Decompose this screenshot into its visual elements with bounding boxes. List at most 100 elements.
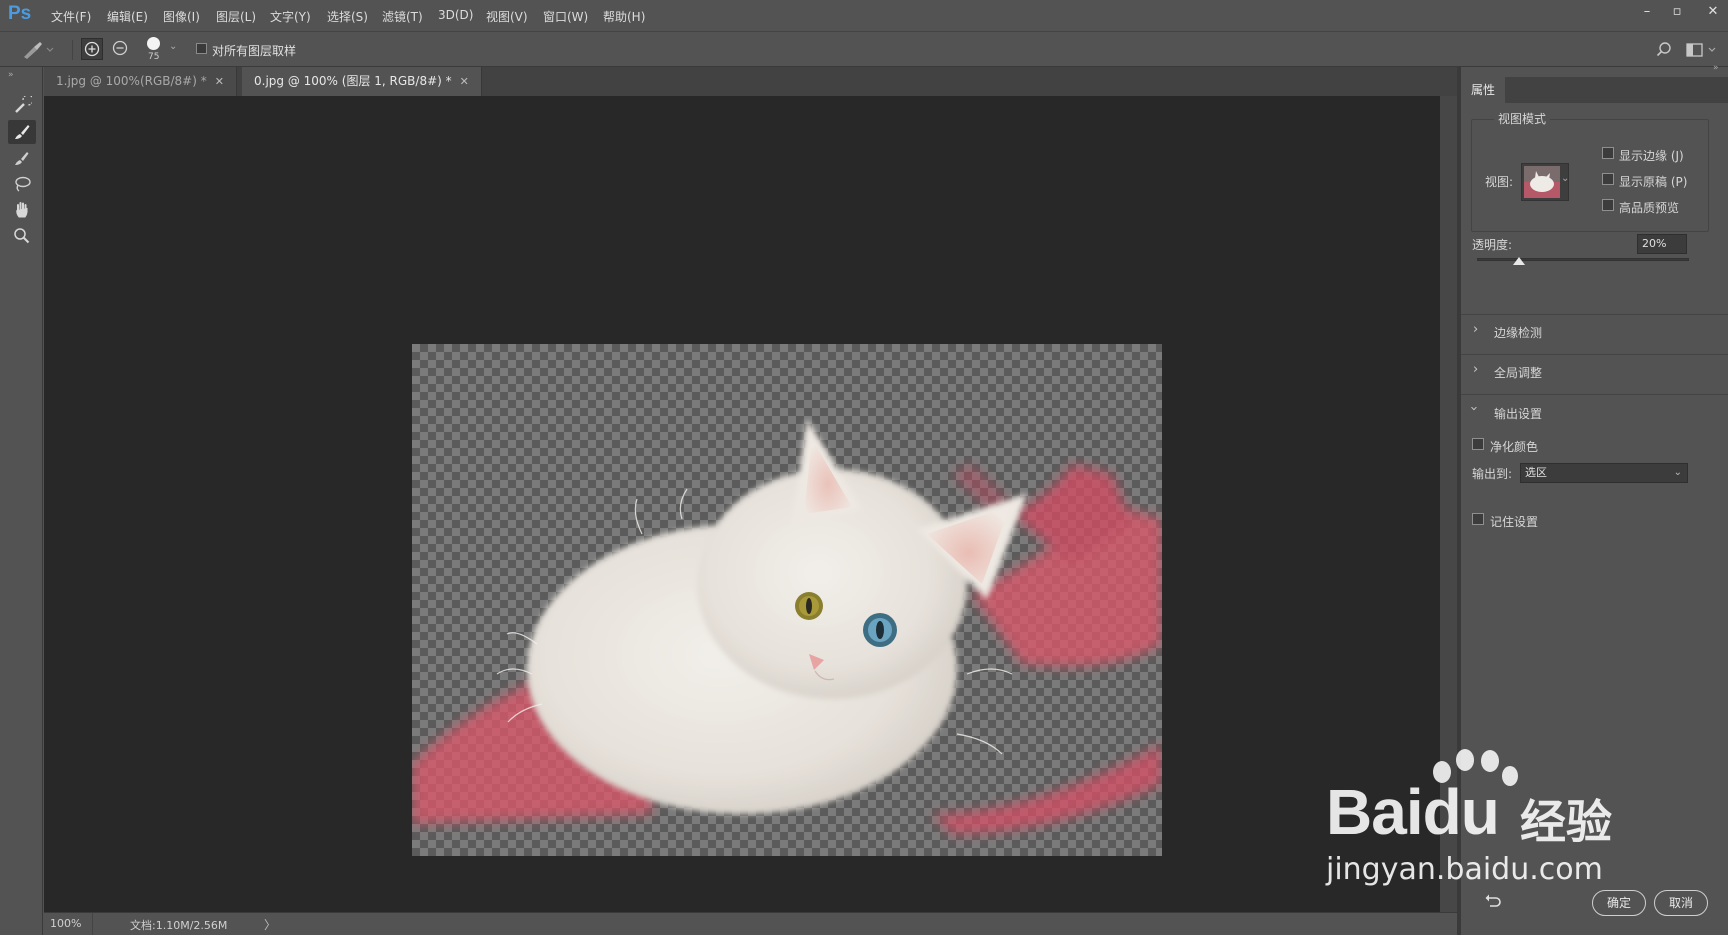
- tools-panel: »: [0, 67, 43, 935]
- zoom-tool[interactable]: [8, 224, 36, 248]
- panel-tab-bar: 属性: [1461, 77, 1728, 103]
- quick-selection-icon: [15, 96, 32, 113]
- opacity-input[interactable]: 20%: [1637, 234, 1687, 254]
- workspace-icon: [1686, 43, 1716, 57]
- menu-type[interactable]: 文字(Y): [270, 8, 311, 25]
- watermark-jingyan: 经验: [1520, 795, 1612, 849]
- plus-circle-icon: [84, 41, 100, 57]
- zoom-level[interactable]: 100%: [50, 917, 81, 930]
- reset-button[interactable]: [1483, 893, 1503, 911]
- sample-all-layers-checkbox[interactable]: [196, 43, 207, 54]
- options-bar: 75 ⌄ 对所有图层取样: [0, 33, 1728, 67]
- show-edge-checkbox[interactable]: [1602, 147, 1614, 159]
- menu-window[interactable]: 窗口(W): [543, 8, 588, 25]
- view-label: 视图:: [1485, 175, 1514, 189]
- hand-tool[interactable]: [8, 198, 36, 222]
- opacity-label: 透明度:: [1472, 238, 1513, 252]
- close-button[interactable]: ✕: [1698, 2, 1728, 22]
- tab-label: 0.jpg @ 100% (图层 1, RGB/8#) *: [254, 74, 452, 88]
- show-original-checkbox[interactable]: [1602, 173, 1614, 185]
- section-global-refinements[interactable]: 全局调整: [1494, 364, 1542, 381]
- menu-edit[interactable]: 编辑(E): [107, 8, 148, 25]
- view-thumbnail-picker[interactable]: ⌄: [1521, 163, 1569, 201]
- document-tabs: 1.jpg @ 100%(RGB/8#) * ✕ 0.jpg @ 100% (图层…: [44, 67, 1457, 96]
- zoom-icon: [14, 228, 30, 244]
- menu-bar: Ps 文件(F) 编辑(E) 图像(I) 图层(L) 文字(Y) 选择(S) 滤…: [0, 0, 1728, 32]
- brush-tip-icon: [147, 37, 160, 50]
- menu-image[interactable]: 图像(I): [163, 8, 200, 25]
- chevron-right-icon[interactable]: ›: [1473, 362, 1478, 377]
- tool-preset-picker[interactable]: [20, 39, 56, 61]
- decontaminate-colors-checkbox[interactable]: [1472, 438, 1484, 450]
- separator: [1461, 354, 1728, 355]
- undo-icon: [1485, 894, 1501, 907]
- search-button[interactable]: [1655, 41, 1673, 59]
- separator: [1461, 394, 1728, 395]
- brush-icon: [15, 152, 29, 165]
- chevron-down-icon: ⌄: [169, 41, 178, 52]
- tab-label: 1.jpg @ 100%(RGB/8#) *: [56, 74, 207, 88]
- lasso-icon: [15, 176, 31, 192]
- high-quality-preview-label: 高品质预览: [1619, 201, 1680, 215]
- tab-document-0[interactable]: 0.jpg @ 100% (图层 1, RGB/8#) * ✕: [242, 67, 482, 96]
- search-icon: [1656, 42, 1671, 57]
- section-edge-detection[interactable]: 边缘检测: [1494, 324, 1542, 341]
- opacity-slider-track[interactable]: [1477, 258, 1689, 261]
- ps-logo: Ps: [8, 3, 32, 24]
- restore-button[interactable]: ▫: [1662, 2, 1692, 22]
- chevron-down-icon: ⌄: [1673, 467, 1682, 478]
- quick-selection-tool[interactable]: [8, 94, 36, 118]
- lasso-tool[interactable]: [8, 172, 36, 196]
- decontaminate-colors-label: 净化颜色: [1490, 440, 1539, 454]
- menu-select[interactable]: 选择(S): [327, 8, 368, 25]
- collapse-arrows-icon[interactable]: »: [8, 70, 14, 80]
- refine-edge-brush-icon: [15, 125, 30, 139]
- menu-view[interactable]: 视图(V): [486, 8, 528, 25]
- brush-tool[interactable]: [8, 146, 36, 170]
- subtract-from-selection-button[interactable]: [110, 38, 132, 60]
- minus-circle-icon: [112, 40, 128, 56]
- refine-edge-brush-tool[interactable]: [8, 120, 36, 144]
- output-to-select[interactable]: 选区 ⌄: [1520, 463, 1688, 483]
- chevron-right-icon[interactable]: ›: [1473, 322, 1478, 337]
- document-size: 文档:1.10M/2.56M: [130, 919, 228, 932]
- add-to-selection-button[interactable]: [81, 38, 103, 60]
- separator: [92, 913, 93, 935]
- menu-filter[interactable]: 滤镜(T): [382, 8, 423, 25]
- cat-photo-image: [412, 419, 1162, 834]
- minimize-button[interactable]: –: [1632, 2, 1662, 22]
- hand-icon: [16, 202, 28, 218]
- remember-settings-checkbox[interactable]: [1472, 513, 1484, 525]
- output-to-label: 输出到:: [1472, 467, 1513, 481]
- close-icon[interactable]: ✕: [215, 75, 224, 88]
- ok-button[interactable]: 确定: [1592, 890, 1646, 916]
- tab-properties[interactable]: 属性: [1461, 77, 1506, 103]
- show-edge-label: 显示边缘 (J): [1619, 149, 1684, 163]
- status-menu-arrow-icon[interactable]: 〉: [264, 916, 276, 933]
- workspace-switcher[interactable]: [1685, 41, 1721, 59]
- sample-all-layers-label: 对所有图层取样: [212, 44, 297, 58]
- cancel-button[interactable]: 取消: [1654, 890, 1708, 916]
- high-quality-preview-checkbox[interactable]: [1602, 199, 1614, 211]
- collapse-arrows-icon[interactable]: »: [1713, 63, 1719, 73]
- canvas-area[interactable]: [44, 96, 1440, 912]
- brush-preset-icon: [24, 42, 54, 59]
- separator: [72, 40, 73, 60]
- watermark-bai: Bai: [1326, 776, 1424, 848]
- opacity-slider-handle[interactable]: [1513, 257, 1526, 265]
- brush-size-value: 75: [148, 52, 160, 62]
- menu-layer[interactable]: 图层(L): [216, 8, 256, 25]
- output-to-value: 选区: [1525, 466, 1547, 479]
- brush-size-picker[interactable]: 75 ⌄: [145, 35, 185, 65]
- menu-3d[interactable]: 3D(D): [438, 8, 473, 22]
- chevron-down-icon[interactable]: ›: [1466, 406, 1481, 411]
- tab-document-1[interactable]: 1.jpg @ 100%(RGB/8#) * ✕: [44, 67, 237, 96]
- document-image[interactable]: [412, 344, 1162, 856]
- close-icon[interactable]: ✕: [460, 75, 469, 88]
- baidu-paw-icon: [1433, 749, 1518, 786]
- menu-file[interactable]: 文件(F): [51, 8, 91, 25]
- section-output-settings[interactable]: 输出设置: [1494, 405, 1542, 422]
- menu-help[interactable]: 帮助(H): [603, 8, 645, 25]
- watermark-url: jingyan.baidu.com: [1326, 852, 1603, 887]
- status-bar: 100% 文档:1.10M/2.56M 〉: [44, 912, 1457, 935]
